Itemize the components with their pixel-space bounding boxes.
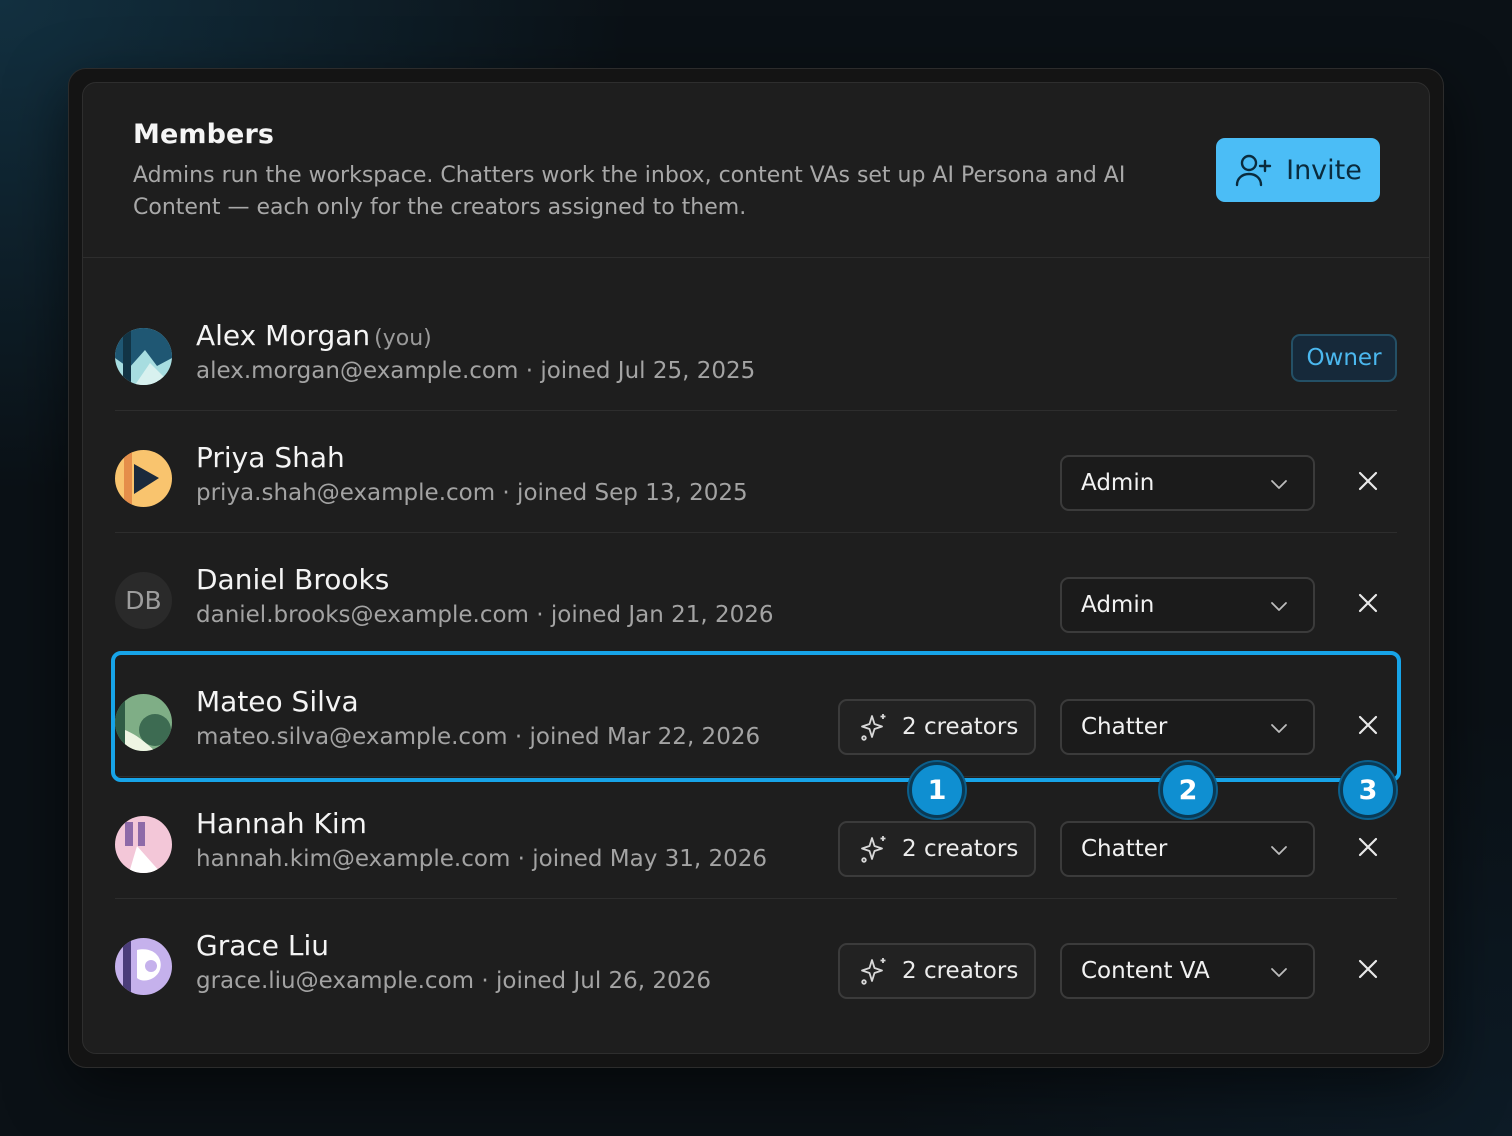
member-name: Mateo Silva: [196, 685, 359, 718]
user-plus-icon: [1235, 154, 1272, 187]
avatar: [115, 694, 172, 751]
remove-member-button[interactable]: [1353, 710, 1383, 740]
annotation-marker-1: 1: [909, 762, 965, 818]
close-icon: [1358, 837, 1378, 857]
creators-count: 2 creators: [902, 836, 1019, 862]
page-title: Members: [133, 119, 275, 150]
assigned-creators-button[interactable]: 2 creators: [838, 821, 1036, 877]
chevron-down-icon: [1271, 968, 1287, 977]
close-icon: [1358, 715, 1378, 735]
role-select[interactable]: Content VA: [1060, 943, 1315, 999]
member-row-alex-morgan: Alex Morgan (you) alex.morgan@example.com…: [115, 289, 1397, 411]
invite-button-label: Invite: [1286, 154, 1362, 186]
member-meta: grace.liu@example.com · joined Jul 26, 2…: [196, 968, 711, 994]
role-select-value: Chatter: [1081, 714, 1168, 740]
member-name: Grace Liu: [196, 929, 330, 962]
role-select[interactable]: Chatter: [1060, 821, 1315, 877]
invite-button[interactable]: Invite: [1216, 138, 1380, 202]
member-row-priya-shah: Priya Shah priya.shah@example.com · join…: [115, 411, 1397, 533]
avatar: [115, 328, 172, 385]
chevron-down-icon: [1271, 602, 1287, 611]
member-meta: alex.morgan@example.com · joined Jul 25,…: [196, 358, 756, 384]
member-name: Daniel Brooks: [196, 563, 390, 596]
member-meta: daniel.brooks@example.com · joined Jan 2…: [196, 602, 774, 628]
close-icon: [1358, 471, 1378, 491]
assigned-creators-button[interactable]: 2 creators: [838, 699, 1036, 755]
remove-member-button[interactable]: [1353, 832, 1383, 862]
chevron-down-icon: [1271, 846, 1287, 855]
role-select[interactable]: Admin: [1060, 455, 1315, 511]
you-label: (you): [374, 326, 432, 351]
member-row-daniel-brooks: DB Daniel Brooks daniel.brooks@example.c…: [115, 533, 1397, 655]
member-name: Alex Morgan (you): [196, 319, 432, 352]
remove-member-button[interactable]: [1353, 588, 1383, 618]
members-header: Members Admins run the workspace. Chatte…: [83, 83, 1429, 258]
close-icon: [1358, 593, 1378, 613]
member-name: Priya Shah: [196, 441, 345, 474]
close-icon: [1358, 959, 1378, 979]
creators-count: 2 creators: [902, 958, 1019, 984]
page-description: Admins run the workspace. Chatters work …: [133, 163, 1126, 220]
role-select[interactable]: Admin: [1060, 577, 1315, 633]
sparkles-icon: [861, 714, 886, 741]
role-select-value: Admin: [1081, 470, 1155, 496]
avatar: [115, 938, 172, 995]
role-select-value: Admin: [1081, 592, 1155, 618]
member-meta: mateo.silva@example.com · joined Mar 22,…: [196, 724, 761, 750]
role-select-value: Content VA: [1081, 958, 1210, 984]
creators-count: 2 creators: [902, 714, 1019, 740]
member-row-mateo-silva: Mateo Silva mateo.silva@example.com · jo…: [115, 655, 1397, 777]
avatar: [115, 816, 172, 873]
role-select[interactable]: Chatter: [1060, 699, 1315, 755]
sparkles-icon: [861, 836, 886, 863]
chevron-down-icon: [1271, 724, 1287, 733]
avatar: [115, 450, 172, 507]
annotation-marker-2: 2: [1160, 762, 1216, 818]
avatar: DB: [115, 572, 172, 629]
member-meta: priya.shah@example.com · joined Sep 13, …: [196, 480, 748, 506]
assigned-creators-button[interactable]: 2 creators: [838, 943, 1036, 999]
member-row-grace-liu: Grace Liu grace.liu@example.com · joined…: [115, 899, 1397, 1021]
role-select-value: Chatter: [1081, 836, 1168, 862]
remove-member-button[interactable]: [1353, 466, 1383, 496]
sparkles-icon: [861, 958, 886, 985]
chevron-down-icon: [1271, 480, 1287, 489]
member-meta: hannah.kim@example.com · joined May 31, …: [196, 846, 768, 872]
member-name: Hannah Kim: [196, 807, 367, 840]
remove-member-button[interactable]: [1353, 954, 1383, 984]
annotation-marker-3: 3: [1340, 762, 1396, 818]
owner-badge: Owner: [1291, 334, 1397, 382]
